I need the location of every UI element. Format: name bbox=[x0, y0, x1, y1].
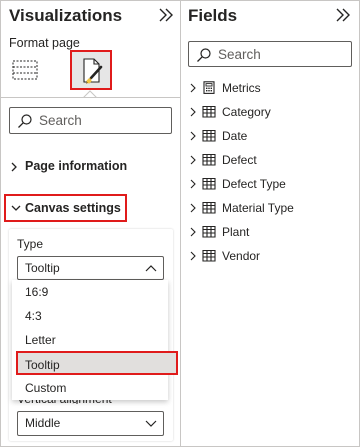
format-paintbrush-button[interactable] bbox=[70, 50, 112, 90]
field-label: Vendor bbox=[222, 249, 261, 263]
search-placeholder: Search bbox=[218, 47, 261, 62]
chevron-up-icon bbox=[145, 265, 157, 272]
chevron-right-icon bbox=[190, 251, 196, 261]
field-item-defect-type[interactable]: Defect Type bbox=[189, 174, 354, 194]
vertical-alignment-value: Middle bbox=[25, 416, 61, 430]
field-label: Plant bbox=[222, 225, 250, 239]
field-item-date[interactable]: Date bbox=[189, 126, 354, 146]
chevron-right-icon bbox=[11, 162, 17, 172]
field-item-category[interactable]: Category bbox=[189, 102, 354, 122]
vertical-alignment-dropdown[interactable]: Middle bbox=[17, 411, 164, 436]
fields-pane: Fields Search Metrics Category Date Defect D… bbox=[181, 1, 359, 446]
paintbrush-icon bbox=[83, 58, 103, 85]
type-options-list: 16:9 4:3 Letter Tooltip Custom bbox=[12, 280, 178, 400]
field-item-metrics[interactable]: Metrics bbox=[189, 78, 354, 98]
pane-separator bbox=[1, 97, 180, 98]
field-item-vendor[interactable]: Vendor bbox=[189, 246, 354, 266]
field-label: Date bbox=[222, 129, 248, 143]
chevron-right-icon bbox=[190, 203, 196, 213]
chevron-right-icon bbox=[190, 131, 196, 141]
type-dropdown-value: Tooltip bbox=[25, 261, 60, 275]
type-label: Type bbox=[17, 237, 44, 251]
viz-search-input[interactable]: Search bbox=[9, 107, 172, 134]
table-format-icon[interactable] bbox=[12, 59, 38, 81]
field-label: Defect Type bbox=[222, 177, 286, 191]
field-label: Material Type bbox=[222, 201, 294, 215]
option-4-3[interactable]: 4:3 bbox=[12, 304, 168, 328]
chevron-down-icon bbox=[11, 205, 21, 211]
collapse-chevron-icon[interactable] bbox=[158, 6, 174, 24]
search-icon bbox=[18, 114, 32, 128]
visualizations-pane: Visualizations Format page Search Page i… bbox=[1, 1, 180, 446]
field-item-plant[interactable]: Plant bbox=[189, 222, 354, 242]
search-icon bbox=[197, 48, 211, 62]
collapse-chevron-icon[interactable] bbox=[335, 6, 351, 24]
chevron-down-icon bbox=[145, 420, 157, 427]
option-tooltip[interactable]: Tooltip bbox=[16, 351, 178, 375]
fields-title: Fields bbox=[188, 6, 238, 25]
page-information-section[interactable]: Page information bbox=[9, 159, 169, 177]
table-icon bbox=[202, 249, 216, 262]
format-page-label: Format page bbox=[9, 36, 80, 50]
fields-search-input[interactable]: Search bbox=[188, 41, 352, 67]
visualizations-title: Visualizations bbox=[9, 6, 123, 25]
table-icon bbox=[202, 105, 216, 118]
option-16-9[interactable]: 16:9 bbox=[12, 280, 168, 304]
option-letter[interactable]: Letter bbox=[12, 328, 168, 352]
type-dropdown[interactable]: Tooltip bbox=[17, 256, 164, 280]
page-information-label: Page information bbox=[25, 159, 128, 173]
table-icon bbox=[202, 129, 216, 142]
table-icon bbox=[202, 225, 216, 238]
chevron-right-icon bbox=[190, 83, 196, 93]
field-label: Category bbox=[222, 105, 271, 119]
canvas-settings-label: Canvas settings bbox=[25, 201, 121, 215]
search-placeholder: Search bbox=[39, 113, 82, 128]
field-item-material-type[interactable]: Material Type bbox=[189, 198, 354, 218]
field-label: Metrics bbox=[222, 81, 261, 95]
table-icon bbox=[202, 153, 216, 166]
field-item-defect[interactable]: Defect bbox=[189, 150, 354, 170]
calculator-icon bbox=[203, 81, 215, 94]
chevron-right-icon bbox=[190, 155, 196, 165]
field-label: Defect bbox=[222, 153, 257, 167]
chevron-right-icon bbox=[190, 107, 196, 117]
option-custom[interactable]: Custom bbox=[12, 376, 168, 400]
chevron-right-icon bbox=[190, 179, 196, 189]
table-icon bbox=[202, 177, 216, 190]
chevron-right-icon bbox=[190, 227, 196, 237]
table-icon bbox=[202, 201, 216, 214]
canvas-settings-section[interactable]: Canvas settings bbox=[4, 194, 127, 222]
